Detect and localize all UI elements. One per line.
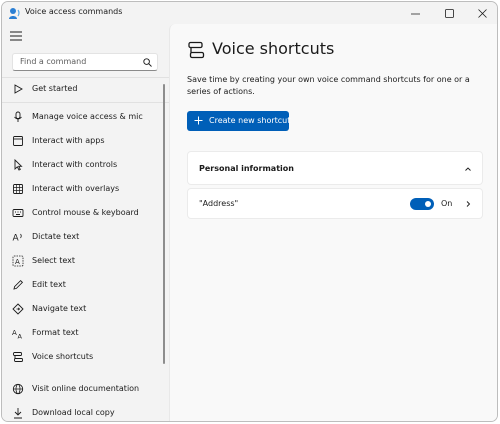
sidebar-item-edit-text[interactable]: Edit text <box>6 274 160 296</box>
microphone-icon <box>14 111 22 122</box>
svg-text:A: A <box>15 258 20 266</box>
download-icon <box>14 408 22 419</box>
pointer-icon <box>14 159 23 171</box>
create-new-shortcut-button[interactable]: Create new shortcut <box>187 111 291 131</box>
sidebar-item-partial[interactable] <box>6 370 160 377</box>
page-title: Voice shortcuts <box>212 39 335 58</box>
download-local-copy-link[interactable]: Download local copy <box>6 402 160 421</box>
chevron-up-icon[interactable] <box>464 165 472 173</box>
bottom-item-label: Download local copy <box>32 408 115 417</box>
toggle-state-label: On <box>441 199 453 208</box>
voice-shortcuts-icon <box>188 41 205 59</box>
chevron-right-icon[interactable] <box>464 200 472 208</box>
sidebar-item-label: Edit text <box>32 280 66 289</box>
sidebar-item-format-text[interactable]: AA Format text <box>6 322 160 344</box>
sidebar-item-label: Dictate text <box>32 232 80 241</box>
close-icon <box>477 8 487 18</box>
select-text-icon: A <box>12 255 24 267</box>
dictate-icon: A <box>13 234 22 244</box>
sidebar-item-manage-voice-access[interactable]: Manage voice access & mic <box>6 106 160 128</box>
sidebar-item-label: Format text <box>32 328 79 337</box>
sidebar-item-interact-with-apps[interactable]: Interact with apps <box>6 130 160 152</box>
maximize-icon <box>444 8 454 18</box>
globe-icon <box>12 383 24 395</box>
apps-icon <box>13 136 23 146</box>
search-box[interactable]: Find a command <box>12 53 158 71</box>
sidebar-item-label: Get started <box>32 84 78 93</box>
shortcut-row-address[interactable]: "Address" On <box>187 188 483 219</box>
bottom-item-label: Visit online documentation <box>32 384 140 393</box>
keyboard-icon <box>12 209 24 217</box>
sidebar-item-interact-with-controls[interactable]: Interact with controls <box>6 154 160 176</box>
navigate-icon <box>12 303 24 315</box>
window-title: Voice access commands <box>25 7 123 16</box>
sidebar-item-control-mouse-keyboard[interactable]: Control mouse & keyboard <box>6 202 160 224</box>
svg-text:A: A <box>13 234 20 244</box>
sidebar-nav: Get started Manage voice access & mic In… <box>2 77 169 377</box>
play-icon <box>14 84 23 94</box>
sidebar-divider <box>2 102 169 103</box>
close-button[interactable] <box>465 2 497 24</box>
title-bar[interactable]: Voice access commands <box>2 2 497 24</box>
create-button-label: Create new shortcut <box>209 116 291 125</box>
sidebar-item-navigate-text[interactable]: Navigate text <box>6 298 160 320</box>
sidebar-item-label: Manage voice access & mic <box>32 112 143 121</box>
sidebar-item-label: Interact with apps <box>32 136 105 145</box>
sidebar-item-label: Navigate text <box>32 304 87 313</box>
sidebar-item-voice-shortcuts[interactable]: Voice shortcuts <box>6 346 160 368</box>
minimize-icon <box>410 13 420 14</box>
toggle-knob <box>425 201 431 207</box>
sidebar: Find a command Get started Manage voice … <box>2 24 169 421</box>
section-title: Personal information <box>199 164 294 173</box>
sidebar-item-label: Interact with overlays <box>32 184 120 193</box>
shortcut-toggle[interactable] <box>410 198 434 210</box>
format-icon: AA <box>12 329 23 340</box>
voice-access-app-icon <box>9 8 20 19</box>
sidebar-item-label: Select text <box>32 256 76 265</box>
main-content: Voice shortcuts Save time by creating yo… <box>169 24 497 421</box>
sidebar-item-interact-with-overlays[interactable]: Interact with overlays <box>6 178 160 200</box>
shortcuts-icon <box>13 352 23 362</box>
visit-online-documentation-link[interactable]: Visit online documentation <box>6 378 160 400</box>
svg-text:A: A <box>12 329 17 337</box>
svg-text:A: A <box>18 333 23 340</box>
shortcut-name: "Address" <box>199 199 239 208</box>
plus-icon <box>194 116 203 125</box>
personal-information-section-header[interactable]: Personal information <box>187 151 483 185</box>
sidebar-item-label: Voice shortcuts <box>32 352 94 361</box>
app-window: Voice access commands Find a command Get… <box>1 1 498 422</box>
sidebar-item-label: Interact with controls <box>32 160 118 169</box>
search-input[interactable]: Find a command <box>20 57 86 66</box>
maximize-button[interactable] <box>432 2 466 24</box>
page-description: Save time by creating your own voice com… <box>187 75 470 96</box>
edit-icon <box>13 279 24 290</box>
sidebar-item-dictate-text[interactable]: A Dictate text <box>6 226 160 248</box>
sidebar-item-get-started[interactable]: Get started <box>6 78 160 100</box>
sidebar-item-label: Control mouse & keyboard <box>32 208 139 217</box>
search-icon[interactable] <box>143 58 152 67</box>
minimize-button[interactable] <box>398 2 432 24</box>
sidebar-scrollbar[interactable] <box>163 84 165 364</box>
list-icon <box>12 375 24 377</box>
hamburger-menu-icon[interactable] <box>9 30 23 42</box>
grid-icon <box>13 184 23 194</box>
sidebar-item-select-text[interactable]: A Select text <box>6 250 160 272</box>
